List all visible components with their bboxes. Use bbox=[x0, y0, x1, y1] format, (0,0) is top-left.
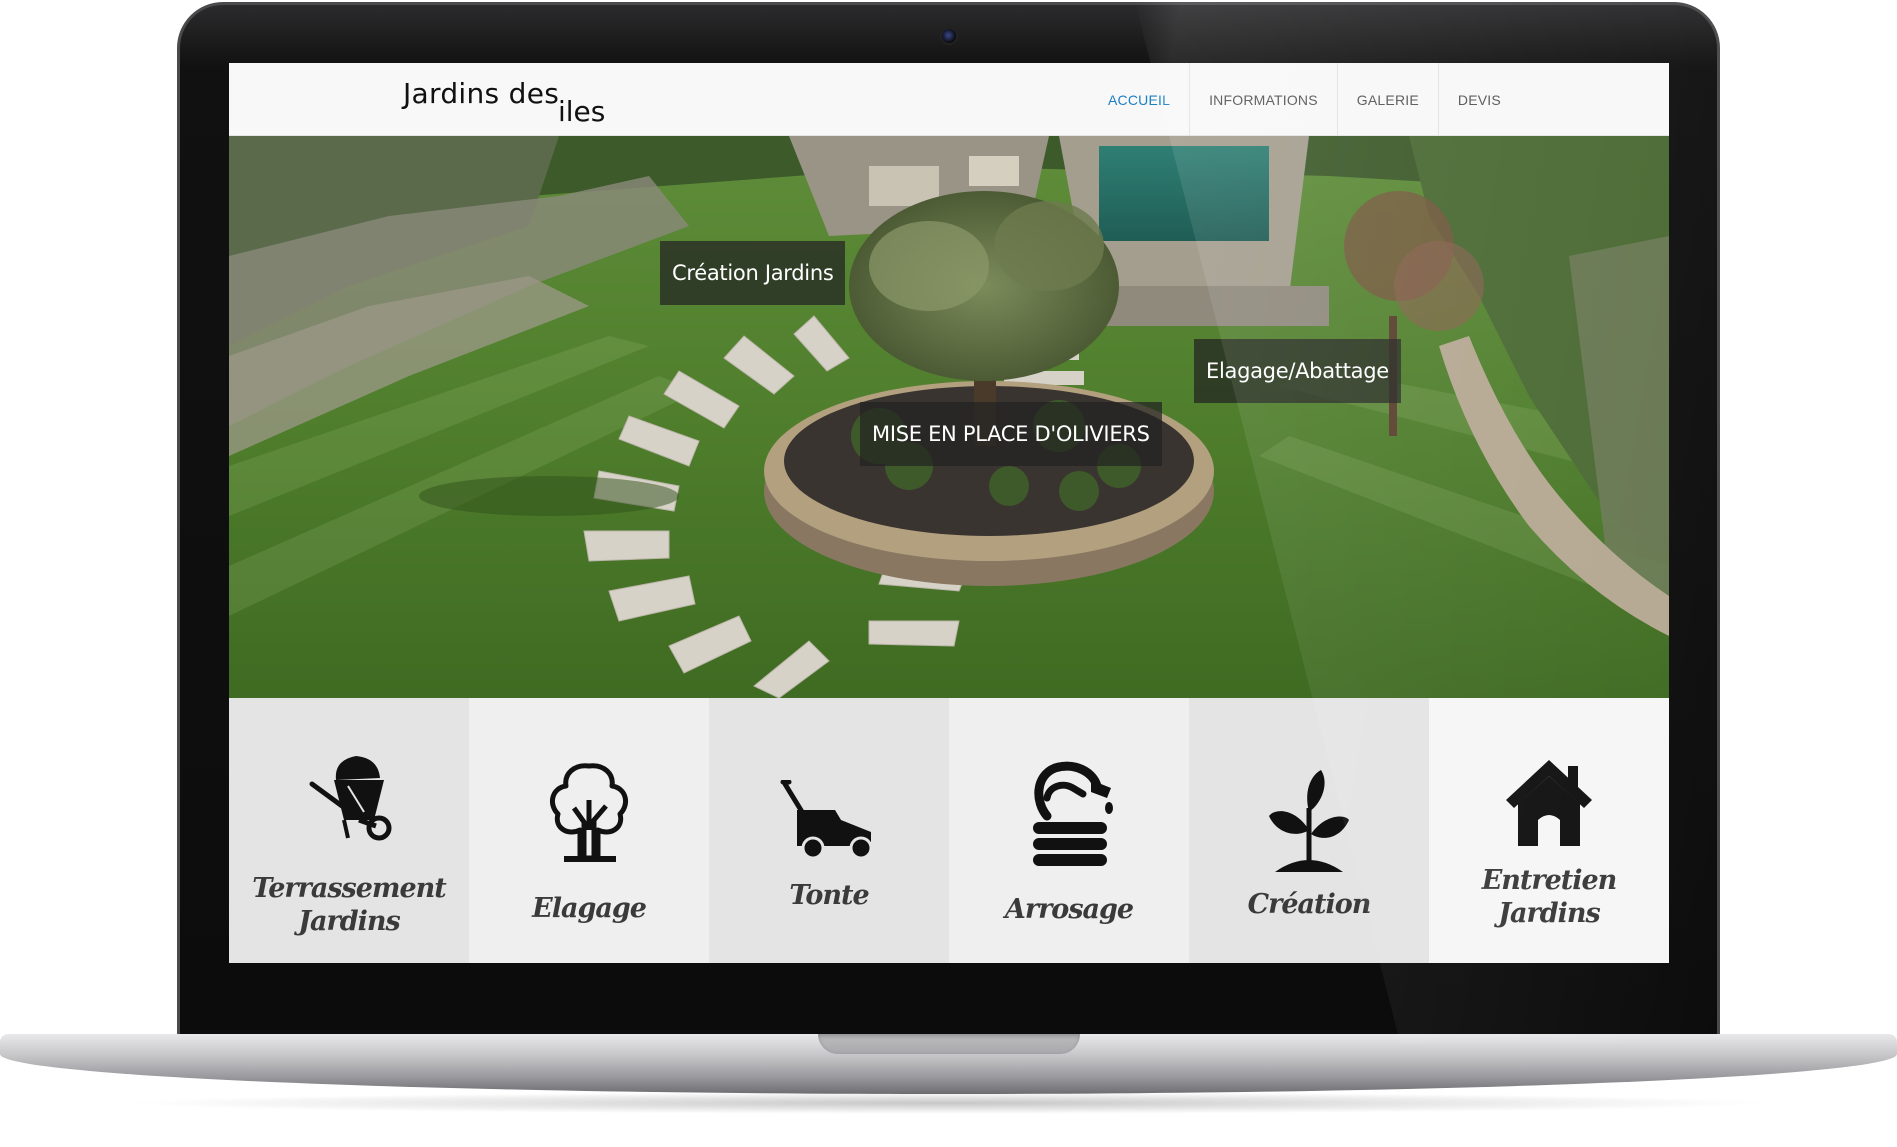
service-tonte[interactable]: Tonte bbox=[709, 698, 949, 963]
service-label: Arrosage bbox=[1004, 894, 1134, 925]
logo-line-2: iles bbox=[558, 95, 606, 128]
hero-garden-image: Création Jardins Elagage/Abattage MISE E… bbox=[229, 136, 1669, 698]
webcam bbox=[940, 27, 958, 45]
tree-icon bbox=[469, 760, 709, 866]
wheelbarrow-icon bbox=[229, 750, 469, 846]
nav-galerie[interactable]: GALERIE bbox=[1338, 63, 1439, 136]
hero-label-creation-jardins[interactable]: Création Jardins bbox=[660, 241, 846, 305]
service-label: Tonte bbox=[789, 880, 869, 911]
hero-label-elagage-abattage[interactable]: Elagage/Abattage bbox=[1194, 339, 1401, 403]
service-entretien[interactable]: Entretien Jardins bbox=[1429, 698, 1669, 963]
laptop-shadow bbox=[120, 1092, 1777, 1114]
garden-hose-icon bbox=[949, 758, 1189, 874]
service-creation[interactable]: Création bbox=[1189, 698, 1429, 963]
services-row: Terrassement Jardins Elagage Tonte Arros… bbox=[229, 698, 1669, 963]
service-arrosage[interactable]: Arrosage bbox=[949, 698, 1189, 963]
laptop-screen: Jardins des iles ACCUEIL INFORMATIONS GA… bbox=[229, 63, 1669, 963]
logo-line-1: Jardins des bbox=[403, 77, 560, 110]
hero-label-mise-en-place-oliviers[interactable]: MISE EN PLACE D'OLIVIERS bbox=[860, 402, 1162, 466]
service-label: Entretien Jardins bbox=[1481, 865, 1618, 929]
laptop-base-notch bbox=[818, 1034, 1080, 1054]
service-label: Elagage bbox=[532, 893, 647, 924]
nav-accueil[interactable]: ACCUEIL bbox=[1089, 63, 1191, 140]
lawn-mower-icon bbox=[709, 780, 949, 862]
sprout-icon bbox=[1189, 768, 1429, 872]
house-icon bbox=[1429, 756, 1669, 848]
main-nav: ACCUEIL INFORMATIONS GALERIE DEVIS bbox=[1089, 63, 1520, 140]
service-elagage[interactable]: Elagage bbox=[469, 698, 709, 963]
nav-devis[interactable]: DEVIS bbox=[1439, 63, 1520, 136]
site-header: Jardins des iles ACCUEIL INFORMATIONS GA… bbox=[229, 63, 1669, 140]
service-terrassement[interactable]: Terrassement Jardins bbox=[229, 698, 469, 963]
nav-informations[interactable]: INFORMATIONS bbox=[1190, 63, 1338, 136]
service-label: Création bbox=[1247, 889, 1372, 920]
service-label: Terrassement Jardins bbox=[252, 873, 447, 937]
